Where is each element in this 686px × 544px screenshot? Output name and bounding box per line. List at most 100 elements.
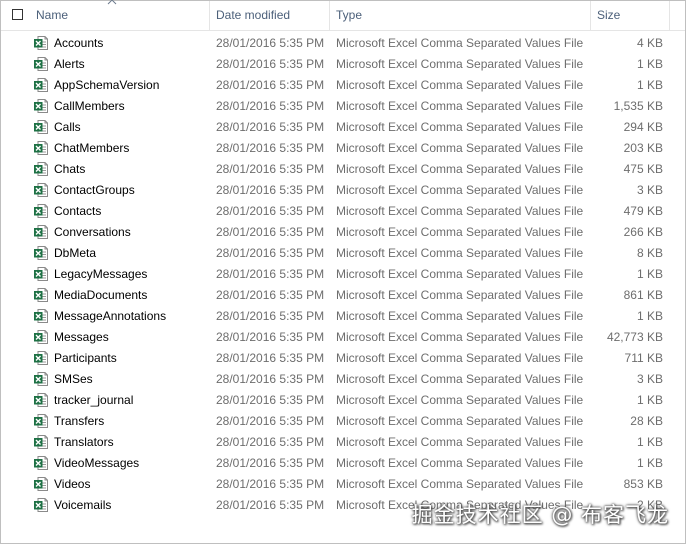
file-type: Microsoft Excel Comma Separated Values F… bbox=[336, 78, 584, 92]
file-size: 294 KB bbox=[623, 120, 663, 134]
header-size[interactable]: Size bbox=[591, 1, 669, 30]
file-size: 1 KB bbox=[636, 78, 663, 92]
file-date-modified: 28/01/2016 5:35 PM bbox=[216, 78, 325, 92]
file-row[interactable]: Calls 28/01/2016 5:35 PM Microsoft Excel C… bbox=[1, 117, 685, 138]
file-size: 1 KB bbox=[636, 309, 663, 323]
file-date-modified: 28/01/2016 5:35 PM bbox=[216, 120, 325, 134]
file-name: LegacyMessages bbox=[54, 267, 148, 281]
file-type: Microsoft Excel Comma Separated Values F… bbox=[336, 204, 584, 218]
file-row[interactable]: LegacyMessages 28/01/2016 5:35 PM Microsof… bbox=[1, 264, 685, 285]
file-row[interactable]: ContactGroups 28/01/2016 5:35 PM Microsoft… bbox=[1, 180, 685, 201]
file-type: Microsoft Excel Comma Separated Values F… bbox=[336, 162, 584, 176]
file-type: Microsoft Excel Comma Separated Values F… bbox=[336, 225, 584, 239]
header-date-modified[interactable]: Date modified bbox=[210, 1, 329, 30]
file-row[interactable]: Transfers 28/01/2016 5:35 PM Microsoft Exc… bbox=[1, 411, 685, 432]
excel-csv-file-icon bbox=[34, 99, 48, 113]
file-type: Microsoft Excel Comma Separated Values F… bbox=[336, 351, 584, 365]
file-size: 475 KB bbox=[623, 162, 663, 176]
file-name: Translators bbox=[54, 435, 114, 449]
excel-csv-file-icon bbox=[34, 330, 48, 344]
file-size: 203 KB bbox=[623, 141, 663, 155]
file-name: MediaDocuments bbox=[54, 288, 148, 302]
file-row[interactable]: MediaDocuments 28/01/2016 5:35 PM Microsof… bbox=[1, 285, 685, 306]
header-name[interactable]: Name bbox=[30, 1, 210, 30]
file-date-modified: 28/01/2016 5:35 PM bbox=[216, 99, 325, 113]
excel-csv-file-icon bbox=[34, 141, 48, 155]
file-type: Microsoft Excel Comma Separated Values F… bbox=[336, 267, 584, 281]
file-row[interactable]: Videos 28/01/2016 5:35 PM Microsoft Excel … bbox=[1, 474, 685, 495]
file-row[interactable]: ChatMembers 28/01/2016 5:35 PM Microsoft E… bbox=[1, 138, 685, 159]
excel-csv-file-icon bbox=[34, 393, 48, 407]
file-name: Conversations bbox=[54, 225, 131, 239]
file-size: 8 KB bbox=[636, 246, 663, 260]
file-type: Microsoft Excel Comma Separated Values F… bbox=[336, 36, 584, 50]
file-name: Contacts bbox=[54, 204, 102, 218]
file-type: Microsoft Excel Comma Separated Values F… bbox=[336, 309, 584, 323]
file-row[interactable]: Messages 28/01/2016 5:35 PM Microsoft Exce… bbox=[1, 327, 685, 348]
excel-csv-file-icon bbox=[34, 477, 48, 491]
file-date-modified: 28/01/2016 5:35 PM bbox=[216, 288, 325, 302]
file-name: tracker_journal bbox=[54, 393, 134, 407]
file-type: Microsoft Excel Comma Separated Values F… bbox=[336, 414, 584, 428]
file-row[interactable]: CallMembers 28/01/2016 5:35 PM Microsoft E… bbox=[1, 96, 685, 117]
file-row[interactable]: AppSchemaVersion 28/01/2016 5:35 PM Micros… bbox=[1, 75, 685, 96]
file-date-modified: 28/01/2016 5:35 PM bbox=[216, 57, 325, 71]
file-size: 3 KB bbox=[636, 372, 663, 386]
excel-csv-file-icon bbox=[34, 435, 48, 449]
excel-csv-file-icon bbox=[34, 162, 48, 176]
file-name: DbMeta bbox=[54, 246, 97, 260]
file-type: Microsoft Excel Comma Separated Values F… bbox=[336, 120, 584, 134]
file-row[interactable]: Accounts 28/01/2016 5:35 PM Microsoft Exce… bbox=[1, 33, 685, 54]
file-date-modified: 28/01/2016 5:35 PM bbox=[216, 162, 325, 176]
file-date-modified: 28/01/2016 5:35 PM bbox=[216, 330, 325, 344]
excel-csv-file-icon bbox=[34, 204, 48, 218]
file-size: 1 KB bbox=[636, 267, 663, 281]
file-date-modified: 28/01/2016 5:35 PM bbox=[216, 351, 325, 365]
file-name: Videos bbox=[54, 477, 91, 491]
file-name: Messages bbox=[54, 330, 109, 344]
file-row[interactable]: Contacts 28/01/2016 5:35 PM Microsoft Exce… bbox=[1, 201, 685, 222]
file-size: 1,535 KB bbox=[613, 99, 663, 113]
file-name: ChatMembers bbox=[54, 141, 130, 155]
file-type: Microsoft Excel Comma Separated Values F… bbox=[336, 183, 584, 197]
watermark: 掘金技术社区 @ 布客飞龙 bbox=[411, 503, 669, 527]
column-divider[interactable] bbox=[669, 1, 670, 30]
file-row[interactable]: VideoMessages 28/01/2016 5:35 PM Microsoft… bbox=[1, 453, 685, 474]
file-row[interactable]: Conversations 28/01/2016 5:35 PM Microsoft… bbox=[1, 222, 685, 243]
file-type: Microsoft Excel Comma Separated Values F… bbox=[336, 246, 584, 260]
column-header-row: Name Date modified Type Size bbox=[1, 0, 685, 31]
excel-csv-file-icon bbox=[34, 225, 48, 239]
file-type: Microsoft Excel Comma Separated Values F… bbox=[336, 435, 584, 449]
excel-csv-file-icon bbox=[34, 498, 48, 512]
file-row[interactable]: MessageAnnotations 28/01/2016 5:35 PM Micr… bbox=[1, 306, 685, 327]
excel-csv-file-icon bbox=[34, 120, 48, 134]
excel-csv-file-icon bbox=[34, 351, 48, 365]
file-date-modified: 28/01/2016 5:35 PM bbox=[216, 267, 325, 281]
file-row[interactable]: Chats 28/01/2016 5:35 PM Microsoft Excel C… bbox=[1, 159, 685, 180]
file-size: 853 KB bbox=[623, 477, 663, 491]
file-size: 1 KB bbox=[636, 435, 663, 449]
file-date-modified: 28/01/2016 5:35 PM bbox=[216, 414, 325, 428]
file-size: 4 KB bbox=[636, 36, 663, 50]
file-row[interactable]: Participants 28/01/2016 5:35 PM Microsoft … bbox=[1, 348, 685, 369]
file-explorer-details-view: Name Date modified Type Size Accounts 28/… bbox=[0, 0, 686, 544]
file-row[interactable]: Alerts 28/01/2016 5:35 PM Microsoft Excel … bbox=[1, 54, 685, 75]
file-name: AppSchemaVersion bbox=[54, 78, 160, 92]
file-list: Accounts 28/01/2016 5:35 PM Microsoft Exce… bbox=[1, 33, 685, 516]
file-row[interactable]: tracker_journal 28/01/2016 5:35 PM Microso… bbox=[1, 390, 685, 411]
file-row[interactable]: Translators 28/01/2016 5:35 PM Microsoft E… bbox=[1, 432, 685, 453]
file-type: Microsoft Excel Comma Separated Values F… bbox=[336, 393, 584, 407]
file-date-modified: 28/01/2016 5:35 PM bbox=[216, 36, 325, 50]
file-size: 28 KB bbox=[630, 414, 663, 428]
file-date-modified: 28/01/2016 5:35 PM bbox=[216, 309, 325, 323]
excel-csv-file-icon bbox=[34, 78, 48, 92]
file-size: 1 KB bbox=[636, 456, 663, 470]
file-type: Microsoft Excel Comma Separated Values F… bbox=[336, 141, 584, 155]
file-name: Transfers bbox=[54, 414, 105, 428]
file-name: Voicemails bbox=[54, 498, 112, 512]
file-row[interactable]: SMSes 28/01/2016 5:35 PM Microsoft Excel C… bbox=[1, 369, 685, 390]
header-type[interactable]: Type bbox=[330, 1, 590, 30]
file-row[interactable]: DbMeta 28/01/2016 5:35 PM Microsoft Excel … bbox=[1, 243, 685, 264]
file-date-modified: 28/01/2016 5:35 PM bbox=[216, 225, 325, 239]
select-all-checkbox[interactable] bbox=[12, 9, 23, 20]
